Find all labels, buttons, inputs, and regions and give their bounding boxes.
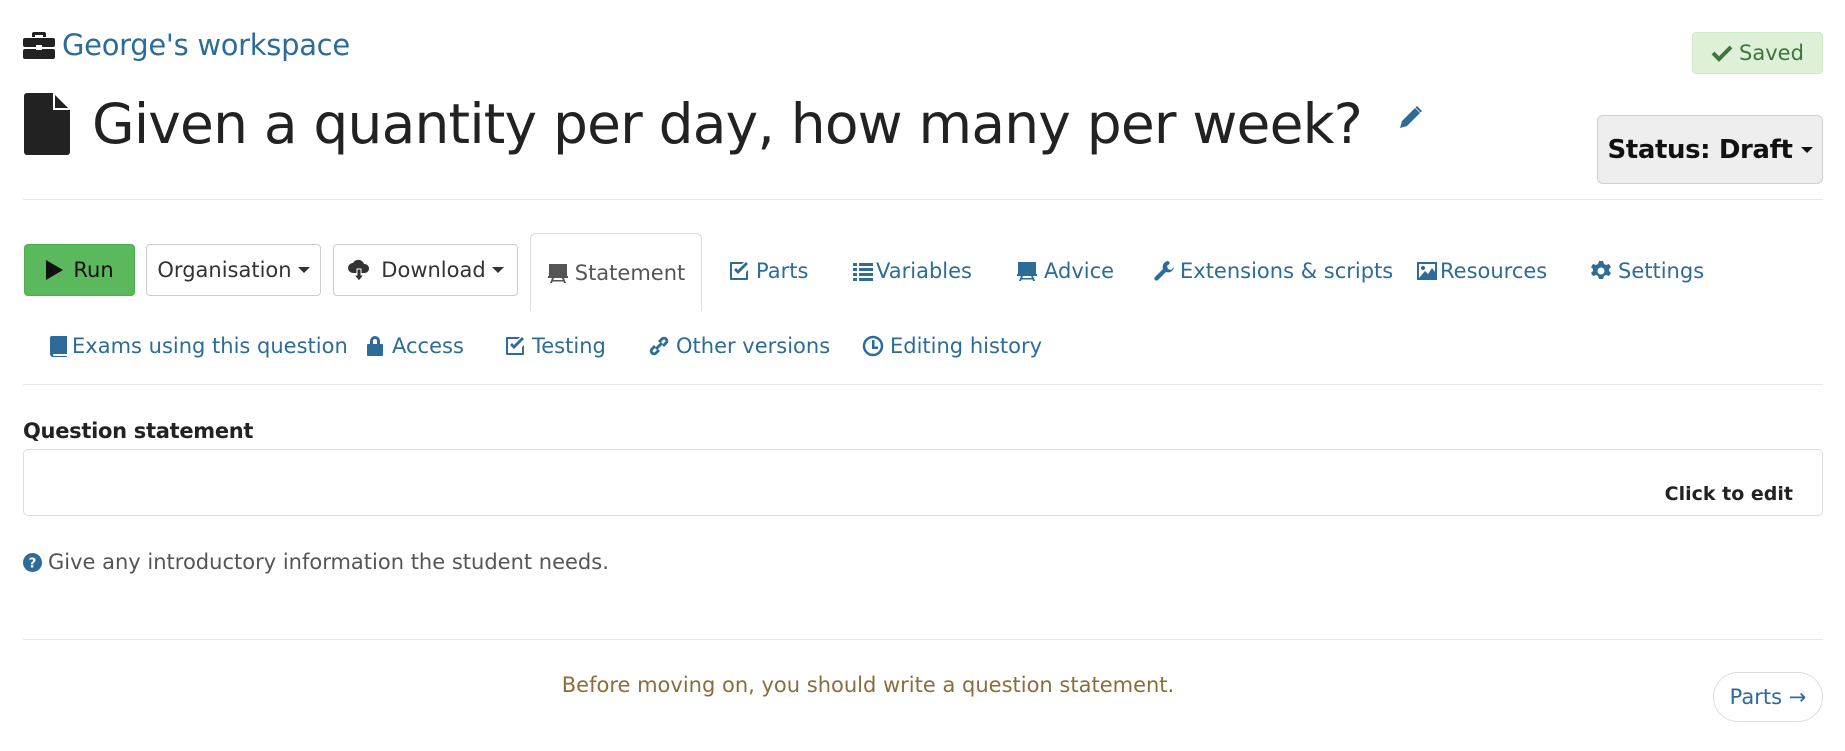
check-square-icon — [506, 337, 524, 355]
pencil-icon[interactable] — [1398, 104, 1424, 130]
divider — [23, 639, 1823, 640]
tab-label: Settings — [1618, 259, 1705, 283]
link-icon — [649, 336, 669, 356]
run-button[interactable]: Run — [24, 244, 135, 296]
blackboard-icon — [547, 263, 568, 283]
tab-label: Exams using this question — [72, 334, 348, 358]
picture-icon — [1417, 262, 1437, 280]
title-row: Given a quantity per day, how many per w… — [24, 92, 1424, 156]
caret-down-icon — [491, 267, 504, 273]
tab-statement[interactable]: Statement — [530, 233, 702, 311]
next-parts-button[interactable]: Parts → — [1713, 672, 1823, 722]
divider — [23, 199, 1823, 200]
tab-settings[interactable]: Settings — [1590, 259, 1704, 283]
organisation-label: Organisation — [157, 258, 292, 282]
click-to-edit-hint: Click to edit — [1664, 483, 1793, 505]
tab-exams-using-this-question[interactable]: Exams using this question — [48, 334, 348, 358]
tab-advice[interactable]: Advice — [1016, 259, 1114, 283]
saved-label: Saved — [1739, 41, 1804, 65]
check-square-icon — [730, 262, 748, 280]
tab-label: Extensions & scripts — [1180, 259, 1394, 283]
status-dropdown[interactable]: Status: Draft — [1597, 115, 1823, 184]
divider — [23, 384, 1823, 385]
question-statement-editor[interactable]: Click to edit — [23, 449, 1823, 516]
book-icon — [50, 336, 67, 357]
tab-label: Variables — [876, 259, 972, 283]
tab-label: Statement — [574, 260, 686, 285]
check-icon — [1711, 45, 1733, 62]
svg-text:?: ? — [29, 556, 37, 571]
tab-parts[interactable]: Parts — [728, 259, 808, 283]
list-icon — [853, 263, 873, 281]
section-label: Question statement — [23, 419, 254, 443]
tab-label: Access — [392, 334, 464, 358]
question-circle-icon: ? — [23, 552, 42, 572]
workspace-link[interactable]: George's workspace — [22, 28, 350, 62]
file-icon — [24, 93, 70, 155]
caret-down-icon — [297, 267, 310, 273]
run-label: Run — [73, 258, 114, 282]
tab-access[interactable]: Access — [364, 334, 464, 358]
play-icon — [46, 260, 64, 280]
download-label: Download — [381, 258, 486, 282]
tab-label: Advice — [1044, 259, 1115, 283]
gear-icon — [1591, 261, 1611, 279]
organisation-dropdown[interactable]: Organisation — [146, 244, 321, 296]
tab-resources[interactable]: Resources — [1416, 259, 1547, 283]
help-text: ? Give any introductory information the … — [23, 550, 609, 574]
blackboard-icon — [1017, 262, 1037, 281]
tab-label: Parts — [756, 259, 809, 283]
tab-label: Resources — [1440, 259, 1548, 283]
tab-label: Testing — [532, 334, 606, 358]
status-label: Status: Draft — [1607, 134, 1793, 165]
lock-icon — [367, 336, 383, 356]
wrench-icon — [1154, 261, 1174, 281]
warning-message: Before moving on, you should write a que… — [561, 673, 1175, 697]
tab-variables[interactable]: Variables — [852, 259, 972, 283]
clock-icon — [862, 335, 884, 357]
help-label: Give any introductory information the st… — [48, 550, 609, 574]
tab-editing-history[interactable]: Editing history — [862, 334, 1042, 358]
cloud-download-icon — [348, 259, 370, 281]
tab-label: Other versions — [676, 334, 831, 358]
tab-testing[interactable]: Testing — [504, 334, 606, 358]
download-dropdown[interactable]: Download — [333, 244, 518, 296]
tab-label: Editing history — [890, 334, 1043, 358]
workspace-name: George's workspace — [62, 28, 350, 62]
briefcase-icon — [23, 32, 55, 59]
caret-down-icon — [1800, 146, 1813, 153]
page-title: Given a quantity per day, how many per w… — [92, 92, 1363, 156]
tab-other-versions[interactable]: Other versions — [648, 334, 830, 358]
saved-badge: Saved — [1692, 32, 1823, 74]
tab-extensions-scripts[interactable]: Extensions & scripts — [1154, 259, 1393, 283]
